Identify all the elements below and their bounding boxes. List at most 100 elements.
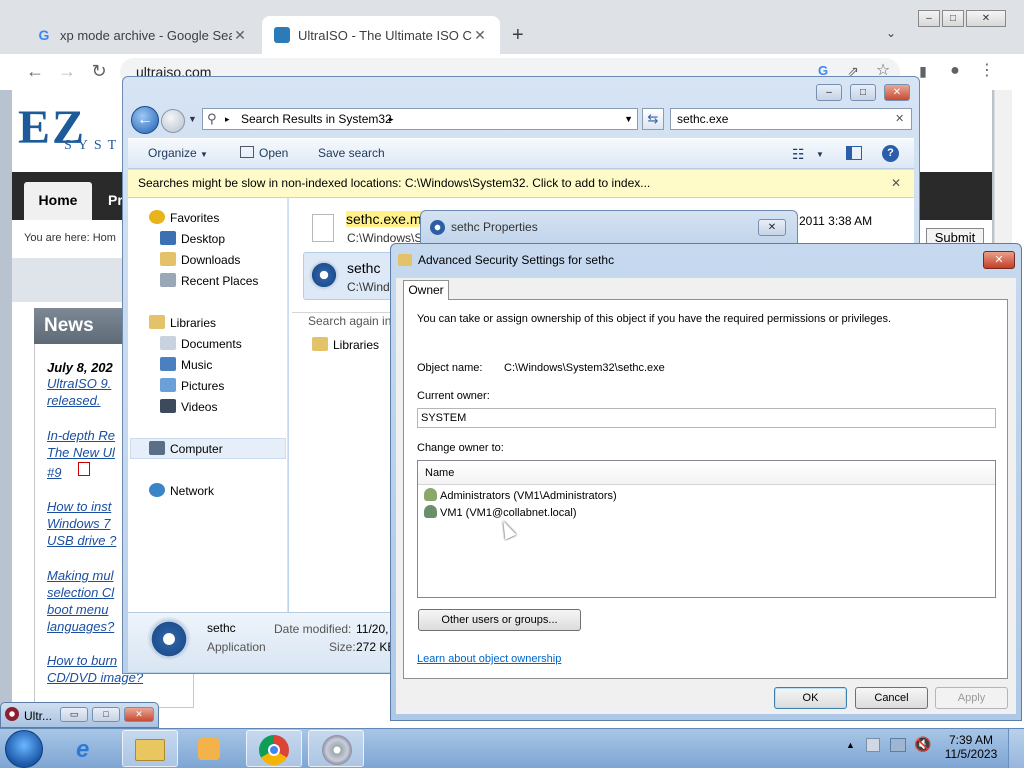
organize-button[interactable]: Organize ▼ <box>148 146 208 160</box>
news-link[interactable]: Making mul <box>47 568 113 583</box>
apply-button[interactable]: Apply <box>935 687 1008 709</box>
properties-close-button[interactable]: ✕ <box>758 219 786 236</box>
tab-owner[interactable]: Owner <box>403 280 449 300</box>
taskbar-ultraiso[interactable] <box>308 730 364 767</box>
address-dropdown-icon[interactable]: ▼ <box>624 109 633 129</box>
column-header-name[interactable]: Name <box>418 461 995 485</box>
nav-libraries[interactable]: Libraries <box>149 315 216 330</box>
recent-pages-chevron-icon[interactable]: ▼ <box>188 114 197 124</box>
tab-search-chevron-icon[interactable]: ⌄ <box>886 26 896 40</box>
news-link[interactable]: #9 <box>47 465 61 480</box>
breadcrumb-separator-icon[interactable]: ▸ <box>225 109 230 129</box>
preview-pane-icon[interactable] <box>846 146 862 160</box>
explorer-address-bar[interactable]: ⚲ ▸ Search Results in System32 ▸ ▼ <box>202 108 638 130</box>
refresh-icon[interactable]: ⇆ <box>642 108 664 130</box>
volume-muted-icon[interactable]: 🔇 <box>914 736 931 753</box>
open-label: Open <box>259 146 289 160</box>
change-view-icon[interactable]: ☷ <box>792 146 805 163</box>
nav-desktop[interactable]: Desktop <box>160 231 225 246</box>
learn-ownership-link[interactable]: Learn about object ownership <box>417 653 561 665</box>
help-icon[interactable]: ? <box>882 145 899 162</box>
dialog-close-button[interactable]: ✕ <box>983 251 1015 269</box>
profile-avatar-icon[interactable]: ● <box>944 60 966 82</box>
list-item[interactable]: Administrators (VM1\Administrators) <box>424 488 617 502</box>
cancel-button[interactable]: Cancel <box>855 687 928 709</box>
reload-icon[interactable]: ↻ <box>88 60 110 82</box>
news-link[interactable]: Windows 7 <box>47 516 110 531</box>
disc-icon <box>322 735 352 765</box>
nav-music[interactable]: Music <box>160 357 212 372</box>
tab-google-search[interactable]: G xp mode archive - Google Search ✕ <box>24 16 260 54</box>
news-link[interactable]: UltraISO 9. <box>47 376 111 391</box>
explorer-minimize-button[interactable]: – <box>816 84 842 101</box>
news-link[interactable]: The New Ul <box>47 445 115 460</box>
nav-network[interactable]: Network <box>149 483 214 498</box>
chrome-icon-center <box>268 744 280 756</box>
ownership-intro: You can take or assign ownership of this… <box>417 313 892 325</box>
taskbar-explorer[interactable] <box>122 730 178 767</box>
clear-search-icon[interactable]: ✕ <box>895 112 904 125</box>
explorer-maximize-button[interactable]: □ <box>850 84 876 101</box>
minimized-restore-button[interactable]: ▭ <box>60 707 88 722</box>
result-name[interactable]: sethc <box>347 260 380 276</box>
nav-favorites[interactable]: Favorites <box>149 210 219 225</box>
view-dropdown-icon[interactable]: ▼ <box>816 150 824 159</box>
explorer-forward-button[interactable] <box>161 109 185 133</box>
news-link[interactable]: languages? <box>47 619 114 634</box>
news-link[interactable]: USB drive ? <box>47 533 116 548</box>
clock[interactable]: 7:39 AM 11/5/2023 <box>944 733 998 761</box>
explorer-back-button[interactable]: ← <box>131 106 159 134</box>
show-desktop-button[interactable] <box>1008 729 1024 768</box>
browser-minimize-button[interactable]: – <box>918 10 940 27</box>
network-tray-icon[interactable] <box>890 738 906 752</box>
taskbar-media-player[interactable] <box>182 730 238 767</box>
close-tab-icon[interactable]: ✕ <box>232 27 248 44</box>
desktop-icon <box>160 231 176 245</box>
nav-label: Desktop <box>181 232 226 246</box>
nav-videos[interactable]: Videos <box>160 399 217 414</box>
explorer-search-box[interactable]: sethc.exe <box>670 108 912 130</box>
properties-title: sethc Properties <box>451 220 538 234</box>
explorer-breadcrumb[interactable]: Search Results in System32 <box>241 112 392 126</box>
show-hidden-icons[interactable]: ▲ <box>846 740 855 750</box>
taskbar-chrome[interactable] <box>246 730 302 767</box>
explorer-close-button[interactable]: ✕ <box>884 84 910 101</box>
minimized-maximize-button[interactable]: □ <box>92 707 120 722</box>
news-link[interactable]: boot menu <box>47 602 108 617</box>
nav-recent-places[interactable]: Recent Places <box>160 273 258 288</box>
new-tab-button[interactable]: + <box>512 24 524 47</box>
search-again-libraries[interactable]: Libraries <box>312 337 379 352</box>
nav-computer[interactable]: Computer <box>149 441 223 456</box>
news-link[interactable]: How to burn <box>47 653 117 668</box>
save-search-button[interactable]: Save search <box>318 146 385 160</box>
nav-downloads[interactable]: Downloads <box>160 252 240 267</box>
nav-documents[interactable]: Documents <box>160 336 242 351</box>
result-name[interactable]: sethc.exe.m <box>346 211 422 227</box>
index-infobar[interactable]: Searches might be slow in non-indexed lo… <box>128 170 914 198</box>
search-again-libraries-label: Libraries <box>333 338 380 352</box>
news-link[interactable]: selection Cl <box>47 585 114 600</box>
news-link[interactable]: How to inst <box>47 499 111 514</box>
nav-pictures[interactable]: Pictures <box>160 378 224 393</box>
breadcrumb-separator-icon[interactable]: ▸ <box>389 109 394 129</box>
news-link[interactable]: released. <box>47 393 100 408</box>
infobar-close-icon[interactable]: ✕ <box>891 176 901 190</box>
browser-maximize-button[interactable]: □ <box>942 10 964 27</box>
news-link[interactable]: In-depth Re <box>47 428 115 443</box>
forward-arrow-icon[interactable]: → <box>56 60 78 82</box>
close-tab-icon[interactable]: ✕ <box>472 27 488 44</box>
start-button[interactable] <box>5 730 43 768</box>
action-center-icon[interactable] <box>866 738 880 752</box>
details-type: Application <box>207 640 266 654</box>
nav-home[interactable]: Home <box>24 182 92 220</box>
open-button[interactable]: Open <box>240 146 288 160</box>
back-arrow-icon[interactable]: ← <box>24 60 46 82</box>
list-item[interactable]: VM1 (VM1@collabnet.local) <box>424 505 577 519</box>
tab-ultraiso[interactable]: UltraISO - The Ultimate ISO CD/DVD ✕ <box>262 16 500 54</box>
browser-menu-icon[interactable]: ⋮ <box>976 60 998 82</box>
ok-button[interactable]: OK <box>774 687 847 709</box>
minimized-close-button[interactable]: ✕ <box>124 707 154 722</box>
taskbar-ie[interactable]: e <box>62 730 118 767</box>
browser-close-button[interactable]: ✕ <box>966 10 1006 27</box>
other-users-button[interactable]: Other users or groups... <box>418 609 581 631</box>
